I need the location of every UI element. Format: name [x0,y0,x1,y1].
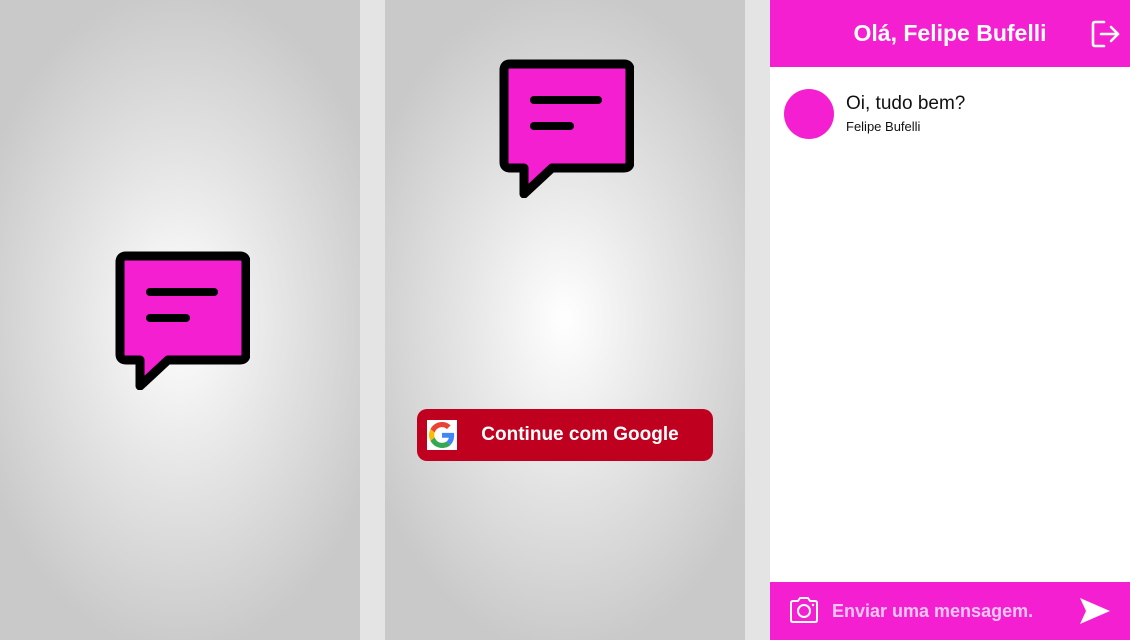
google-g-icon [429,422,455,448]
page-title: Olá, Felipe Bufelli [853,20,1047,46]
chat-header: Olá, Felipe Bufelli [770,0,1130,67]
chat-bubble-icon [115,251,250,390]
list-item: Oi, tudo bem? Felipe Bufelli [784,89,1114,139]
message-author: Felipe Bufelli [846,119,921,134]
login-screen: Continue com Google [385,0,745,640]
continue-with-google-button[interactable]: Continue com Google [417,409,713,461]
message-input[interactable] [832,594,1062,628]
avatar [784,89,834,139]
message-text: Oi, tudo bem? [846,93,966,114]
google-button-label: Continue com Google [481,424,679,445]
message-composer [770,582,1130,640]
send-icon[interactable] [1078,596,1112,626]
splash-screen [0,0,360,640]
google-logo-box [427,420,457,450]
logout-icon[interactable] [1090,18,1122,50]
chat-screen: Olá, Felipe Bufelli Oi, tudo bem? Felipe… [770,0,1130,640]
camera-icon[interactable] [788,596,820,624]
chat-bubble-icon [499,59,634,198]
